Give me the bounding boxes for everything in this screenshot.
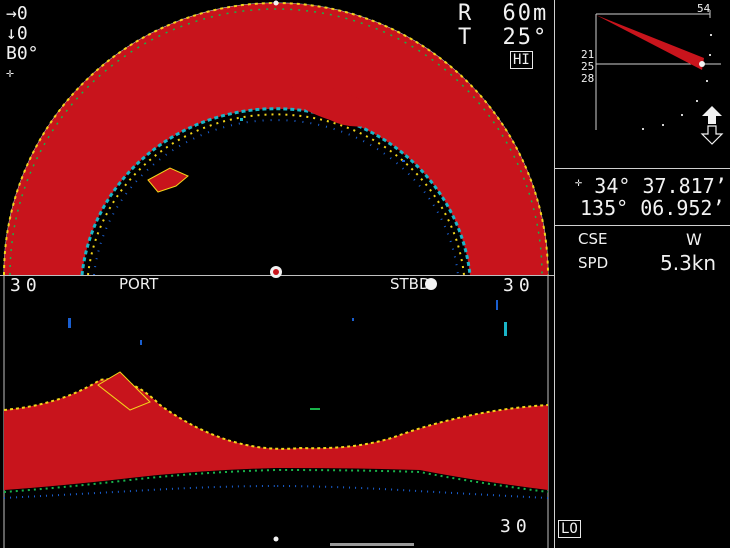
port-label: PORT: [119, 275, 159, 293]
range-readout: R 60m: [458, 3, 548, 25]
longitude-value: 135° 06.952’ E: [580, 196, 730, 220]
panel-divider: [554, 0, 555, 548]
scale-bar: [330, 543, 414, 546]
cursor-icon: ✛: [6, 66, 14, 81]
position-cursor-icon: ✛: [575, 175, 583, 189]
cse-label: CSE: [578, 230, 608, 248]
tilt-tick-28: 28: [581, 72, 595, 85]
gain-badge-lo[interactable]: LO: [558, 520, 581, 538]
tilt-readout: T 25°: [458, 27, 548, 49]
tilt-tick-21: 21: [581, 48, 595, 61]
latitude-value: 34° 37.817’ N: [594, 174, 730, 198]
sonar-display: [0, 0, 554, 548]
range-label: R: [458, 1, 474, 26]
tilt-down-icon[interactable]: [700, 125, 724, 145]
tilt-beam: [596, 15, 704, 70]
tilt-label: T: [458, 25, 474, 50]
bottom-marker: [273, 536, 279, 542]
horizontal-offset: →0: [6, 3, 28, 24]
tilt-tick-54: 54: [697, 2, 711, 15]
tilt-up-icon[interactable]: [702, 106, 722, 124]
gain-badge-hi[interactable]: HI: [510, 51, 533, 69]
tilt-value: 25°: [502, 25, 549, 50]
latitude: ✛ 34° 37.817’ N: [575, 176, 730, 196]
range-value: 60m: [502, 1, 549, 26]
panel-divider-1: [555, 168, 730, 169]
offset-readout: →0 ↓0 B0° ✛: [6, 4, 39, 84]
range-left-label: 30: [10, 275, 42, 296]
spd-label: SPD: [578, 254, 609, 272]
range-right-label: 30: [503, 275, 535, 296]
heading-marker: [273, 0, 279, 6]
tilt-tick-25: 25: [581, 60, 595, 73]
lower-echo-view: [3, 276, 549, 548]
range-bottom-label: 30: [500, 516, 532, 537]
spd-value: 5.3kn: [660, 251, 717, 275]
vertical-offset: ↓0: [6, 23, 28, 44]
bearing-offset: B0°: [6, 43, 39, 64]
panel-divider-2: [555, 225, 730, 226]
cse-value: W: [686, 230, 702, 249]
stbd-label: STBD: [390, 275, 431, 293]
seabed-echo-band: [4, 379, 548, 490]
